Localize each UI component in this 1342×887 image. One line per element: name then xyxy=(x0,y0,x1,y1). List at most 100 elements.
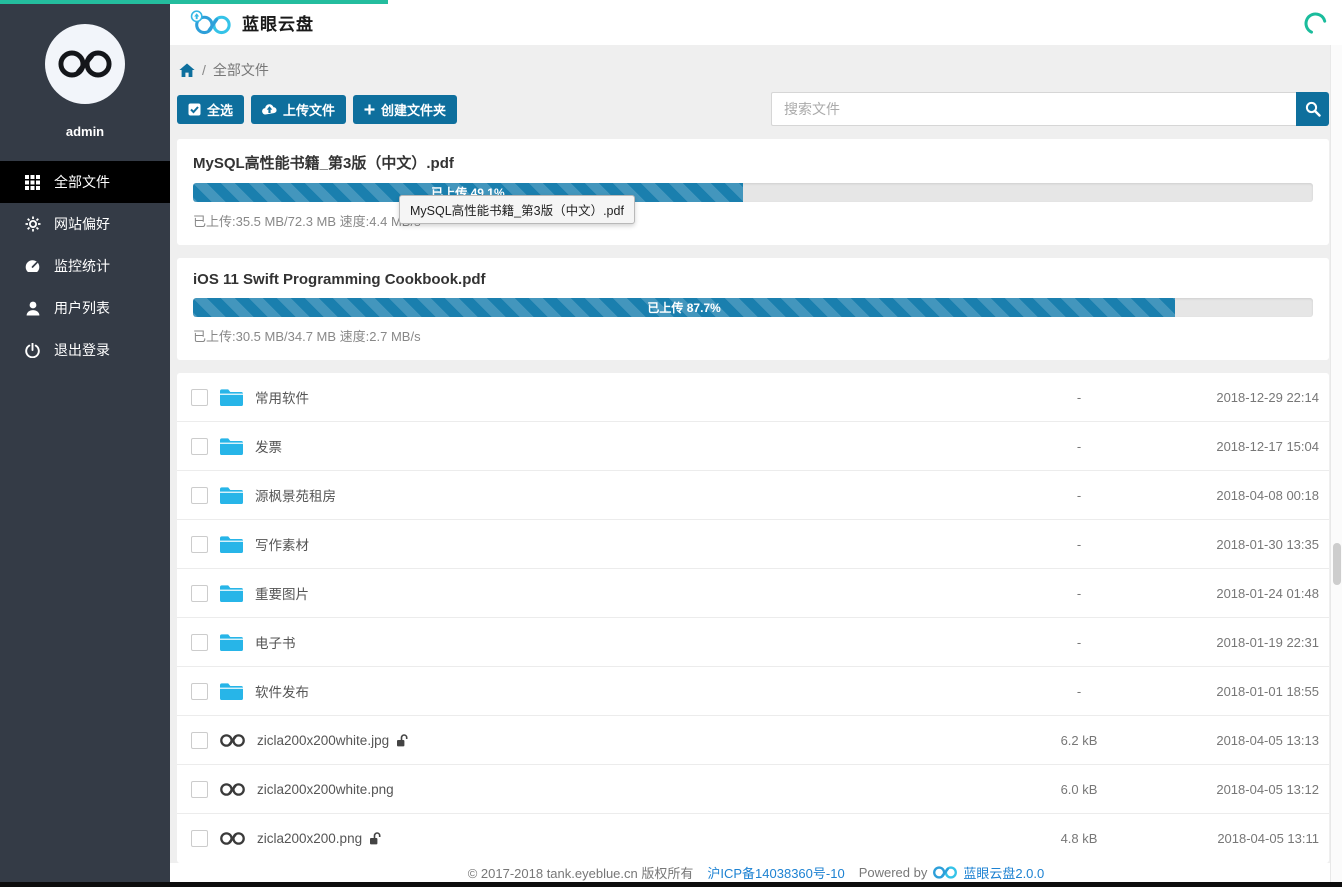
table-row[interactable]: zicla200x200white.png 6.0 kB 2018-04-05 … xyxy=(177,765,1329,814)
sidebar-item-users[interactable]: 用户列表 xyxy=(0,287,170,329)
file-logo-icon xyxy=(219,782,246,797)
table-row[interactable]: 重要图片 - 2018-01-24 01:48 xyxy=(177,569,1329,618)
header: 蓝眼云盘 xyxy=(170,0,1342,45)
row-checkbox[interactable] xyxy=(191,781,208,798)
file-date: 2018-01-19 22:31 xyxy=(1154,635,1319,650)
progress-track: 已上传 87.7% xyxy=(193,298,1313,317)
file-size: - xyxy=(1004,488,1154,503)
upload-file-button[interactable]: 上传文件 xyxy=(251,95,346,124)
file-size: - xyxy=(1004,439,1154,454)
breadcrumb-current[interactable]: 全部文件 xyxy=(213,60,269,80)
search-icon xyxy=(1305,101,1321,117)
file-name[interactable]: 软件发布 xyxy=(255,681,309,701)
folder-icon xyxy=(219,437,244,456)
scrollbar[interactable] xyxy=(1330,45,1342,882)
search-button[interactable] xyxy=(1296,92,1329,126)
file-name[interactable]: zicla200x200.png xyxy=(257,831,362,846)
sidebar-item-label: 退出登录 xyxy=(54,340,110,360)
row-checkbox[interactable] xyxy=(191,634,208,651)
select-all-label: 全选 xyxy=(207,100,233,119)
scrollbar-thumb[interactable] xyxy=(1333,543,1341,585)
brand-version-link[interactable]: 蓝眼云盘2.0.0 xyxy=(963,863,1044,882)
footer: © 2017-2018 tank.eyeblue.cn 版权所有 沪ICP备14… xyxy=(170,863,1342,882)
plus-icon xyxy=(364,104,375,115)
table-row[interactable]: 源枫景苑租房 - 2018-04-08 00:18 xyxy=(177,471,1329,520)
unlock-icon xyxy=(369,832,381,845)
table-row[interactable]: 发票 - 2018-12-17 15:04 xyxy=(177,422,1329,471)
table-row[interactable]: 常用软件 - 2018-12-29 22:14 xyxy=(177,373,1329,422)
file-logo-icon xyxy=(219,831,246,846)
sidebar: admin 全部文件 xyxy=(0,0,170,887)
create-folder-button[interactable]: 创建文件夹 xyxy=(353,95,457,124)
progress-fill: 已上传 87.7% xyxy=(193,298,1175,317)
select-all-button[interactable]: 全选 xyxy=(177,95,244,124)
upload-filename: MySQL高性能书籍_第3版（中文）.pdf xyxy=(193,152,1313,173)
row-checkbox[interactable] xyxy=(191,389,208,406)
brand-infinity-logo xyxy=(56,47,114,81)
sidebar-item-all-files[interactable]: 全部文件 xyxy=(0,161,170,203)
avatar[interactable] xyxy=(45,24,125,104)
upload-file-label: 上传文件 xyxy=(283,100,335,119)
file-list: 常用软件 - 2018-12-29 22:14 发票 xyxy=(177,373,1329,863)
folder-icon xyxy=(219,584,244,603)
file-name[interactable]: 电子书 xyxy=(255,632,296,652)
file-date: 2018-12-29 22:14 xyxy=(1154,390,1319,405)
file-date: 2018-01-24 01:48 xyxy=(1154,586,1319,601)
progress-track: 已上传 49.1% xyxy=(193,183,1313,202)
cloud-upload-icon xyxy=(262,103,277,115)
table-row[interactable]: zicla200x200.png 4.8 kB 2018-04-05 13:11 xyxy=(177,814,1329,863)
folder-icon xyxy=(219,633,244,652)
file-date: 2018-04-05 13:12 xyxy=(1154,782,1319,797)
search-input[interactable] xyxy=(771,92,1296,126)
file-date: 2018-01-30 13:35 xyxy=(1154,537,1319,552)
sidebar-item-logout[interactable]: 退出登录 xyxy=(0,329,170,371)
icp-link[interactable]: 沪ICP备14038360号-10 xyxy=(707,863,844,882)
file-date: 2018-04-05 13:13 xyxy=(1154,733,1319,748)
file-name[interactable]: 常用软件 xyxy=(255,387,309,407)
file-date: 2018-12-17 15:04 xyxy=(1154,439,1319,454)
file-name[interactable]: zicla200x200white.jpg xyxy=(257,733,389,748)
row-checkbox[interactable] xyxy=(191,732,208,749)
file-size: 6.0 kB xyxy=(1004,782,1154,797)
power-icon xyxy=(24,342,41,359)
breadcrumb: / 全部文件 xyxy=(177,45,1329,92)
row-checkbox[interactable] xyxy=(191,585,208,602)
file-date: 2018-04-08 00:18 xyxy=(1154,488,1319,503)
sidebar-item-monitoring[interactable]: 监控统计 xyxy=(0,245,170,287)
row-checkbox[interactable] xyxy=(191,487,208,504)
gauge-icon xyxy=(24,258,41,275)
row-checkbox[interactable] xyxy=(191,830,208,847)
row-checkbox[interactable] xyxy=(191,438,208,455)
footer-logo-icon xyxy=(932,865,958,880)
upload-info: 已上传:35.5 MB/72.3 MB 速度:4.4 MB/s xyxy=(193,211,1313,230)
file-name[interactable]: 源枫景苑租房 xyxy=(255,485,336,505)
progress-label: 已上传 87.7% xyxy=(647,299,720,316)
file-size: - xyxy=(1004,635,1154,650)
file-name[interactable]: zicla200x200white.png xyxy=(257,782,394,797)
file-name[interactable]: 发票 xyxy=(255,436,282,456)
app-logo-icon[interactable] xyxy=(190,10,232,36)
search-bar xyxy=(771,92,1329,126)
sidebar-item-preferences[interactable]: 网站偏好 xyxy=(0,203,170,245)
row-checkbox[interactable] xyxy=(191,683,208,700)
file-name[interactable]: 写作素材 xyxy=(255,534,309,554)
home-icon[interactable] xyxy=(179,63,195,78)
main-content: / 全部文件 全选 上传文件 xyxy=(170,45,1342,882)
powered-by-label: Powered by xyxy=(859,865,928,880)
bottom-edge xyxy=(0,882,1342,887)
loading-spinner-icon xyxy=(1303,11,1328,41)
table-row[interactable]: 电子书 - 2018-01-19 22:31 xyxy=(177,618,1329,667)
table-row[interactable]: 软件发布 - 2018-01-01 18:55 xyxy=(177,667,1329,716)
file-size: - xyxy=(1004,390,1154,405)
unlock-icon xyxy=(396,734,408,747)
upload-tooltip: MySQL高性能书籍_第3版（中文）.pdf xyxy=(399,195,635,224)
sidebar-item-label: 全部文件 xyxy=(54,172,110,192)
table-row[interactable]: 写作素材 - 2018-01-30 13:35 xyxy=(177,520,1329,569)
folder-icon xyxy=(219,486,244,505)
username: admin xyxy=(0,124,170,139)
file-name[interactable]: 重要图片 xyxy=(255,583,309,603)
row-checkbox[interactable] xyxy=(191,536,208,553)
folder-icon xyxy=(219,535,244,554)
upload-card: iOS 11 Swift Programming Cookbook.pdf 已上… xyxy=(177,258,1329,360)
table-row[interactable]: zicla200x200white.jpg 6.2 kB 2018-04-05 … xyxy=(177,716,1329,765)
